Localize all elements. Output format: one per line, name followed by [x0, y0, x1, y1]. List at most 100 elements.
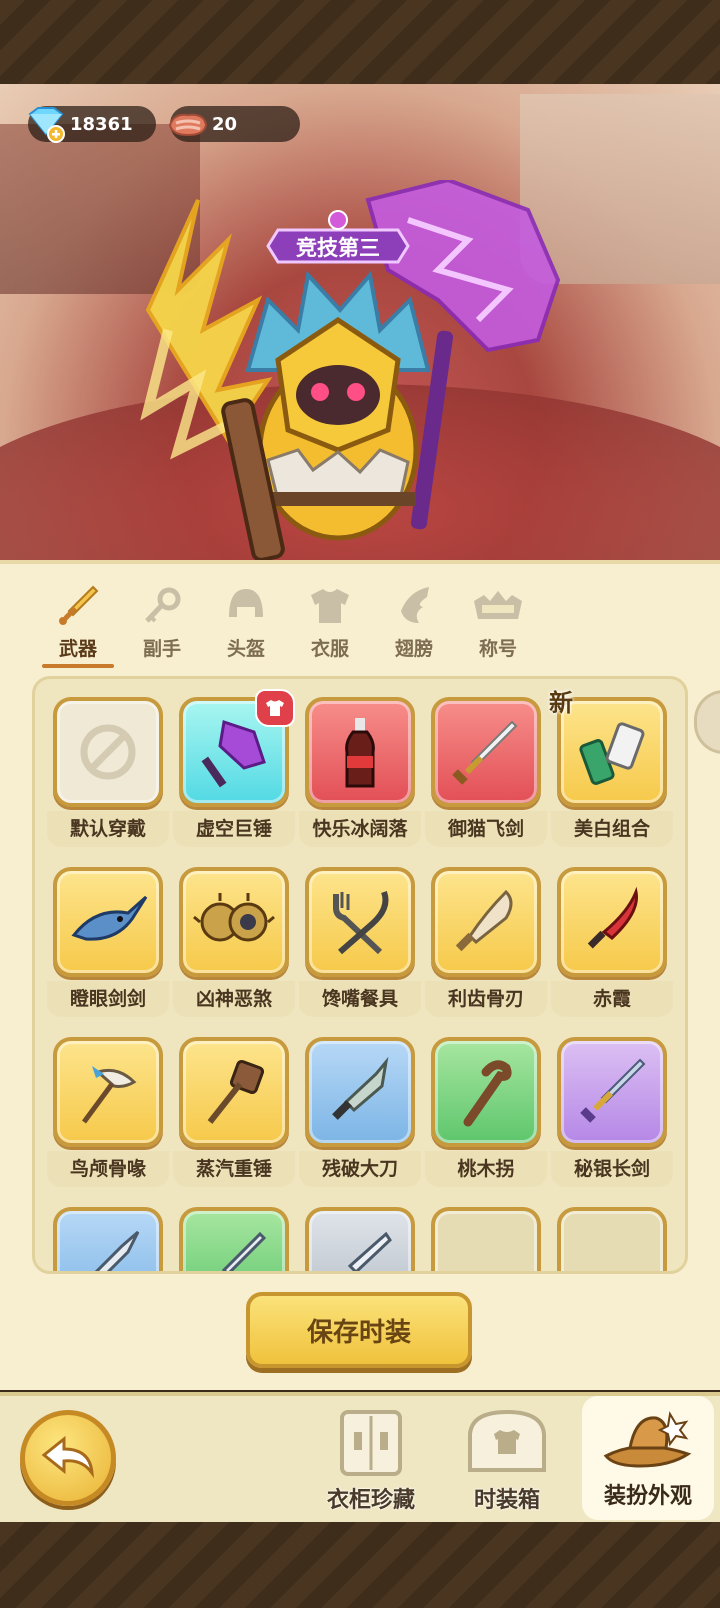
item-card — [53, 1037, 163, 1147]
cola-bottle-icon — [345, 718, 375, 788]
item-card — [431, 697, 541, 807]
gem-amount: 18361 — [70, 113, 133, 135]
item-slot[interactable]: 瞪眼剑剑 — [47, 867, 169, 1023]
tab-label: 副手 — [142, 638, 181, 660]
helmet-icon — [218, 580, 274, 632]
tab-clothes[interactable]: 衣服 — [288, 580, 372, 670]
save-outfit-button[interactable]: 保存时装 — [246, 1292, 472, 1368]
dagger-icon — [221, 1231, 267, 1271]
item-slot[interactable]: 御猫飞剑 — [425, 697, 547, 853]
item-slot[interactable] — [305, 1207, 415, 1271]
item-slot[interactable]: 虚空巨锤 — [173, 689, 295, 853]
item-slot[interactable]: 秘银长剑 — [551, 1037, 673, 1193]
item-name: 御猫飞剑 — [425, 811, 547, 847]
item-slot[interactable]: 蒸汽重锤 — [173, 1037, 295, 1193]
tab-label: 头盔 — [226, 638, 265, 660]
item-card — [557, 1037, 667, 1147]
sword-icon — [50, 580, 106, 632]
item-card — [179, 1207, 289, 1271]
armor-icon — [302, 580, 358, 632]
knife-icon — [347, 1231, 392, 1271]
item-slot[interactable]: 鸟颅骨喙 — [47, 1037, 169, 1193]
item-slot[interactable]: 馋嘴餐具 — [299, 867, 421, 1023]
item-name: 桃木拐 — [425, 1151, 547, 1187]
top-frame — [0, 0, 720, 84]
tab-helmet[interactable]: 头盔 — [204, 580, 288, 670]
bone-blade-icon — [455, 889, 513, 952]
item-name: 赤霞 — [551, 981, 673, 1017]
tab-label: 称号 — [478, 638, 517, 660]
wardrobe-icon — [326, 1404, 416, 1478]
tab-label: 翅膀 — [394, 638, 433, 660]
item-name: 利齿骨刃 — [425, 981, 547, 1017]
item-slot[interactable] — [179, 1207, 289, 1271]
gem-counter[interactable]: 18361 — [28, 106, 156, 143]
none-icon — [80, 724, 136, 780]
item-grid: 默认穿戴 虚空巨锤 快乐冰阔落 御猫飞剑 新 美白组合 瞪眼剑剑 凶神恶煞 馋嘴… — [47, 689, 673, 1271]
tab-label: 武器 — [58, 638, 97, 660]
item-card — [179, 1037, 289, 1147]
item-slot[interactable]: 默认穿戴 — [47, 697, 169, 853]
item-card — [53, 1207, 163, 1271]
dress-up-button[interactable]: 装扮外观 — [582, 1396, 714, 1520]
item-slot[interactable]: 利齿骨刃 — [425, 867, 547, 1023]
item-slot-empty — [557, 1207, 667, 1271]
hat-icon — [603, 1411, 692, 1468]
item-slot[interactable] — [53, 1207, 163, 1271]
item-slot[interactable]: 残破大刀 — [299, 1037, 421, 1193]
item-slot[interactable]: 新 美白组合 — [549, 689, 673, 853]
back-arrow-icon — [41, 1435, 94, 1479]
swordfish-icon — [71, 895, 148, 941]
nav-label: 衣柜珍藏 — [326, 1488, 415, 1513]
steam-hammer-icon — [207, 1059, 265, 1124]
wing-icon — [386, 580, 442, 632]
item-name: 残破大刀 — [299, 1151, 421, 1187]
item-card — [305, 1037, 415, 1147]
cosmetics-icon — [579, 722, 645, 785]
item-card — [53, 867, 163, 977]
tab-title[interactable]: 称号 — [456, 580, 540, 670]
item-card — [179, 867, 289, 977]
category-tabs: 武器 副手 头盔 衣服 翅膀 称号 — [36, 580, 596, 670]
nav-label: 装扮外观 — [603, 1484, 692, 1509]
red-blade-icon — [587, 886, 638, 949]
item-slot[interactable]: 快乐冰阔落 — [299, 697, 421, 853]
item-card — [431, 1037, 541, 1147]
spear-icon — [94, 1230, 140, 1271]
tab-wings[interactable]: 翅膀 — [372, 580, 456, 670]
shirt-badge-icon — [255, 689, 295, 727]
meat-icon — [166, 104, 210, 144]
item-card — [557, 867, 667, 977]
fashion-box-icon — [462, 1404, 552, 1478]
meat-counter[interactable]: 20 — [168, 106, 300, 142]
item-name: 美白组合 — [551, 811, 673, 847]
tab-weapon[interactable]: 武器 — [36, 580, 120, 670]
wooden-cane-icon — [463, 1060, 512, 1127]
item-card — [557, 697, 667, 807]
item-card — [431, 1207, 541, 1271]
item-slot[interactable]: 桃木拐 — [425, 1037, 547, 1193]
item-name: 鸟颅骨喙 — [47, 1151, 169, 1187]
mithril-sword-icon — [580, 1058, 646, 1123]
spiked-wheel-icon — [193, 893, 275, 942]
item-slot[interactable]: 赤霞 — [551, 867, 673, 1023]
item-grid-container[interactable]: 默认穿戴 虚空巨锤 快乐冰阔落 御猫飞剑 新 美白组合 瞪眼剑剑 凶神恶煞 馋嘴… — [32, 676, 688, 1274]
fashion-box-button[interactable]: 时装箱 — [452, 1404, 562, 1516]
wardrobe-collection-button[interactable]: 衣柜珍藏 — [316, 1404, 426, 1516]
title-banner-text: 竞技第三 — [296, 236, 380, 260]
character-preview[interactable]: 竞技第三 — [108, 177, 578, 562]
diamond-icon — [24, 104, 68, 144]
item-name: 快乐冰阔落 — [299, 811, 421, 847]
item-slot[interactable]: 凶神恶煞 — [173, 867, 295, 1023]
item-card — [431, 867, 541, 977]
title-icon — [470, 580, 526, 632]
bottom-frame — [0, 1522, 720, 1608]
back-button[interactable] — [20, 1410, 116, 1506]
item-card — [53, 697, 163, 807]
item-name: 虚空巨锤 — [173, 811, 295, 847]
broken-blade-icon — [332, 1056, 389, 1120]
tab-offhand[interactable]: 副手 — [120, 580, 204, 670]
nav-label: 时装箱 — [473, 1488, 540, 1513]
item-name: 蒸汽重锤 — [173, 1151, 295, 1187]
item-name: 默认穿戴 — [47, 811, 169, 847]
